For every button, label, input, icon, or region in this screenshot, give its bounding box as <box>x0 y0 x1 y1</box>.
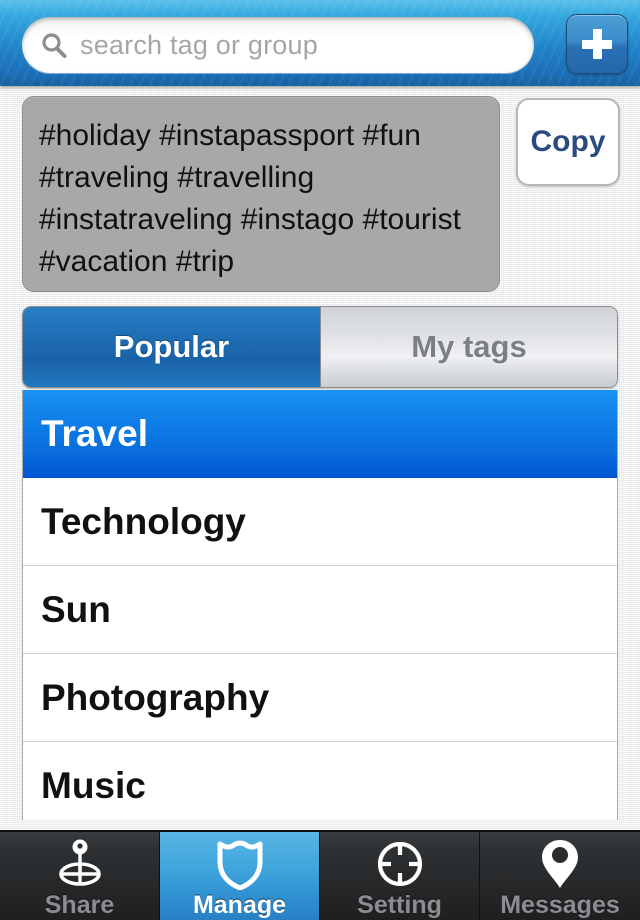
tab-messages-label: Messages <box>500 891 620 919</box>
tab-share-label: Share <box>44 891 115 919</box>
shield-icon <box>215 838 265 890</box>
map-pin-icon <box>540 838 580 890</box>
crosshair-icon <box>374 838 426 890</box>
bottom-tab-bar: Share Manage Setting Messages <box>0 830 640 920</box>
tab-manage-label: Manage <box>192 891 287 919</box>
list-item-sun[interactable]: Sun <box>23 566 617 654</box>
group-list[interactable]: Travel Technology Sun Photography Music <box>22 390 618 820</box>
tag-source-segmented-control: Popular My tags <box>22 306 618 388</box>
add-tag-button[interactable] <box>566 14 628 74</box>
tab-popular[interactable]: Popular <box>23 307 320 387</box>
search-placeholder-text: search tag or group <box>80 29 318 60</box>
search-input[interactable]: search tag or group <box>22 17 534 73</box>
app-header: search tag or group <box>0 0 640 86</box>
tab-setting[interactable]: Setting <box>320 832 480 920</box>
share-pin-icon <box>52 838 108 890</box>
list-item-technology[interactable]: Technology <box>23 478 617 566</box>
tab-share[interactable]: Share <box>0 832 160 920</box>
plus-icon <box>581 28 613 60</box>
tab-my-tags[interactable]: My tags <box>320 307 617 387</box>
tag-preview-row: #holiday #instapassport #fun #traveling … <box>0 96 640 292</box>
list-item-music[interactable]: Music <box>23 742 617 820</box>
tab-messages[interactable]: Messages <box>480 832 640 920</box>
tag-preview-textarea[interactable]: #holiday #instapassport #fun #traveling … <box>22 96 500 292</box>
search-icon <box>40 31 68 59</box>
tab-setting-label: Setting <box>357 891 442 919</box>
list-item-travel[interactable]: Travel <box>23 390 617 478</box>
list-item-photography[interactable]: Photography <box>23 654 617 742</box>
copy-button[interactable]: Copy <box>516 98 620 186</box>
tab-manage[interactable]: Manage <box>160 832 320 920</box>
